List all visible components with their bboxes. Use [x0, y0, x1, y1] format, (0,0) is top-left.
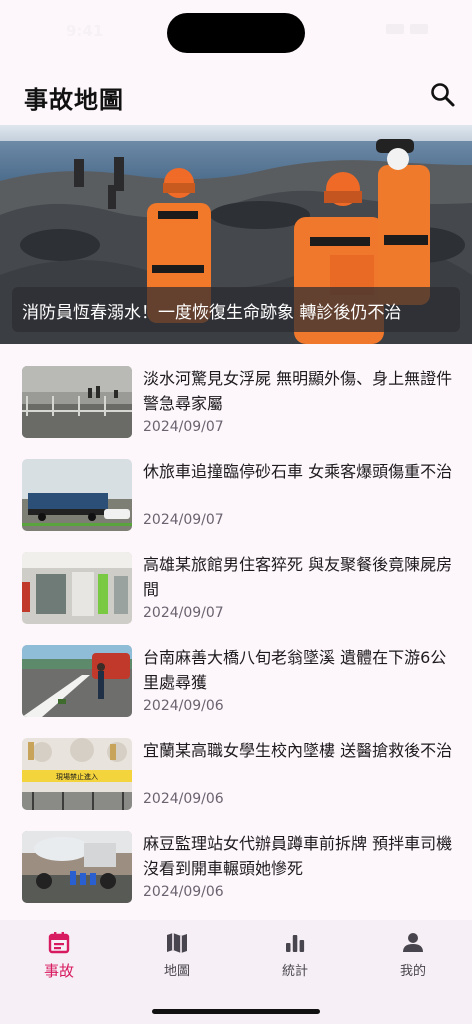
nav-label: 地圖 [163, 964, 190, 979]
person-icon [403, 933, 423, 952]
news-date: 2024/09/07 [143, 512, 224, 528]
dynamic-island [167, 13, 305, 53]
news-title: 淡水河驚見女浮屍 無明顯外傷、身上無證件 警急尋家屬 [143, 369, 453, 413]
calendar-icon [48, 932, 70, 954]
nav-label: 事故 [43, 962, 74, 980]
caution-tape-text: 現場禁止進入 [56, 772, 98, 781]
nav-label: 統計 [281, 964, 308, 979]
home-indicator[interactable] [152, 1009, 320, 1014]
list-item[interactable]: 高雄某旅館男住客猝死 與友聚餐後竟陳屍房間 2024/09/07 [0, 550, 472, 624]
news-thumbnail [22, 552, 132, 624]
news-title: 宜蘭某高職女學生校內墜樓 送醫搶救後不治 [143, 741, 453, 760]
list-item[interactable]: 淡水河驚見女浮屍 無明顯外傷、身上無證件 警急尋家屬 2024/09/07 [0, 364, 472, 438]
nav-item-profile[interactable]: 我的 [354, 930, 472, 990]
page-title: 事故地圖 [24, 86, 124, 114]
news-title: 休旅車追撞臨停砂石車 女乘客爆頭傷重不治 [143, 462, 453, 481]
signal-icon [386, 24, 404, 34]
nav-label: 我的 [399, 964, 426, 979]
news-thumbnail [22, 459, 132, 531]
search-icon[interactable] [428, 80, 458, 110]
news-date: 2024/09/07 [143, 605, 224, 621]
news-title: 麻豆監理站女代辦員蹲車前拆牌 預拌車司機沒看到開車輾頭她慘死 [143, 834, 453, 878]
battery-icon [410, 24, 428, 34]
list-item[interactable]: 台南麻善大橋八旬老翁墜溪 遺體在下游6公里處尋獲 2024/09/06 [0, 643, 472, 717]
nav-item-statistics[interactable]: 統計 [236, 930, 354, 990]
news-date: 2024/09/06 [143, 791, 224, 807]
news-date: 2024/09/06 [143, 884, 224, 900]
news-thumbnail [22, 366, 132, 438]
status-icons [386, 24, 428, 34]
bar-chart-icon [286, 935, 305, 952]
news-date: 2024/09/07 [143, 419, 224, 435]
news-title: 高雄某旅館男住客猝死 與友聚餐後竟陳屍房間 [143, 555, 453, 599]
featured-news-card[interactable]: 消防員恆春溺水！一度恢復生命跡象 轉診後仍不治 [0, 125, 472, 344]
list-item[interactable]: 休旅車追撞臨停砂石車 女乘客爆頭傷重不治 2024/09/07 [0, 457, 472, 531]
app-bar: 事故地圖 [0, 62, 472, 126]
news-date: 2024/09/06 [143, 698, 224, 714]
status-time: 9:41 [66, 22, 104, 40]
nav-item-accidents[interactable]: 事故 [0, 930, 118, 990]
status-bar: 9:41 [0, 0, 472, 62]
map-icon [167, 933, 187, 953]
news-thumbnail [22, 831, 132, 903]
news-thumbnail [22, 645, 132, 717]
news-thumbnail: 現場禁止進入 [22, 738, 132, 810]
list-item[interactable]: 現場禁止進入 宜蘭某高職女學生校內墜樓 送醫搶救後不治 2024/09/06 [0, 736, 472, 810]
featured-news-caption: 消防員恆春溺水！一度恢復生命跡象 轉診後仍不治 [12, 287, 460, 332]
featured-news-title: 消防員恆春溺水！一度恢復生命跡象 轉診後仍不治 [22, 303, 402, 323]
nav-item-map[interactable]: 地圖 [118, 930, 236, 990]
news-title: 台南麻善大橋八旬老翁墜溪 遺體在下游6公里處尋獲 [143, 648, 447, 692]
list-item[interactable]: 麻豆監理站女代辦員蹲車前拆牌 預拌車司機沒看到開車輾頭她慘死 2024/09/0… [0, 829, 472, 903]
